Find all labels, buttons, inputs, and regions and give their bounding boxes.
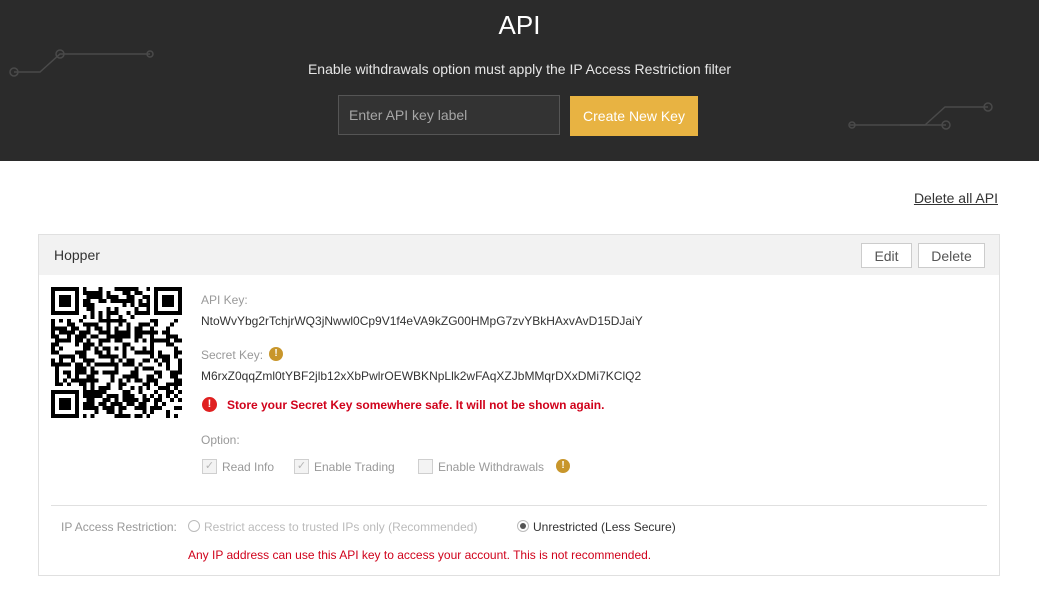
ip-restriction-warning: Any IP address can use this API key to a… <box>188 548 652 562</box>
delete-button[interactable]: Delete <box>918 243 985 268</box>
option-enable-trading-label: Enable Trading <box>314 460 395 474</box>
create-new-key-button[interactable]: Create New Key <box>570 96 698 136</box>
secret-key-value: M6rxZ0qqZml0tYBF2jlb12xXbPwlrOEWBKNpLlk2… <box>201 369 642 383</box>
option-label: Option: <box>201 433 240 447</box>
radio-selected-icon[interactable] <box>517 520 529 532</box>
page-title: API <box>498 10 541 40</box>
info-exclamation-icon[interactable]: ! <box>269 347 283 361</box>
api-key-label-input[interactable] <box>338 95 560 135</box>
edit-button[interactable]: Edit <box>861 243 912 268</box>
api-key-name: Hopper <box>54 247 100 263</box>
info-exclamation-icon[interactable]: ! <box>556 459 570 473</box>
checkmark-icon[interactable]: ✓ <box>294 459 309 474</box>
api-key-card: Hopper Edit Delete API Key: NtoWvYbg2rTc… <box>38 234 1000 576</box>
checkmark-icon[interactable]: ✓ <box>202 459 217 474</box>
option-enable-withdrawals-label: Enable Withdrawals <box>438 460 545 474</box>
qr-code-icon <box>51 287 182 418</box>
page-subtitle: Enable withdrawals option must apply the… <box>307 61 732 77</box>
api-card-header: Hopper Edit Delete <box>39 235 999 275</box>
header-banner: API Enable withdrawals option must apply… <box>0 0 1039 161</box>
ip-restriction-label: IP Access Restriction: <box>61 520 177 534</box>
api-key-label: API Key: <box>201 293 248 307</box>
radio-unrestricted-label: Unrestricted (Less Secure) <box>533 520 676 534</box>
error-exclamation-icon: ! <box>202 397 217 412</box>
radio-restrict-trusted-ips-label: Restrict access to trusted IPs only (Rec… <box>204 520 478 534</box>
secret-key-warning-text: Store your Secret Key somewhere safe. It… <box>227 398 605 412</box>
divider <box>51 505 987 506</box>
secret-key-label: Secret Key: <box>201 348 264 362</box>
delete-all-api-link[interactable]: Delete all API <box>914 190 998 206</box>
option-read-info-label: Read Info <box>222 460 275 474</box>
api-key-value: NtoWvYbg2rTchjrWQ3jNwwl0Cp9V1f4eVA9kZG00… <box>201 314 643 328</box>
radio-unselected-icon[interactable] <box>188 520 200 532</box>
checkbox-empty-icon[interactable] <box>418 459 433 474</box>
